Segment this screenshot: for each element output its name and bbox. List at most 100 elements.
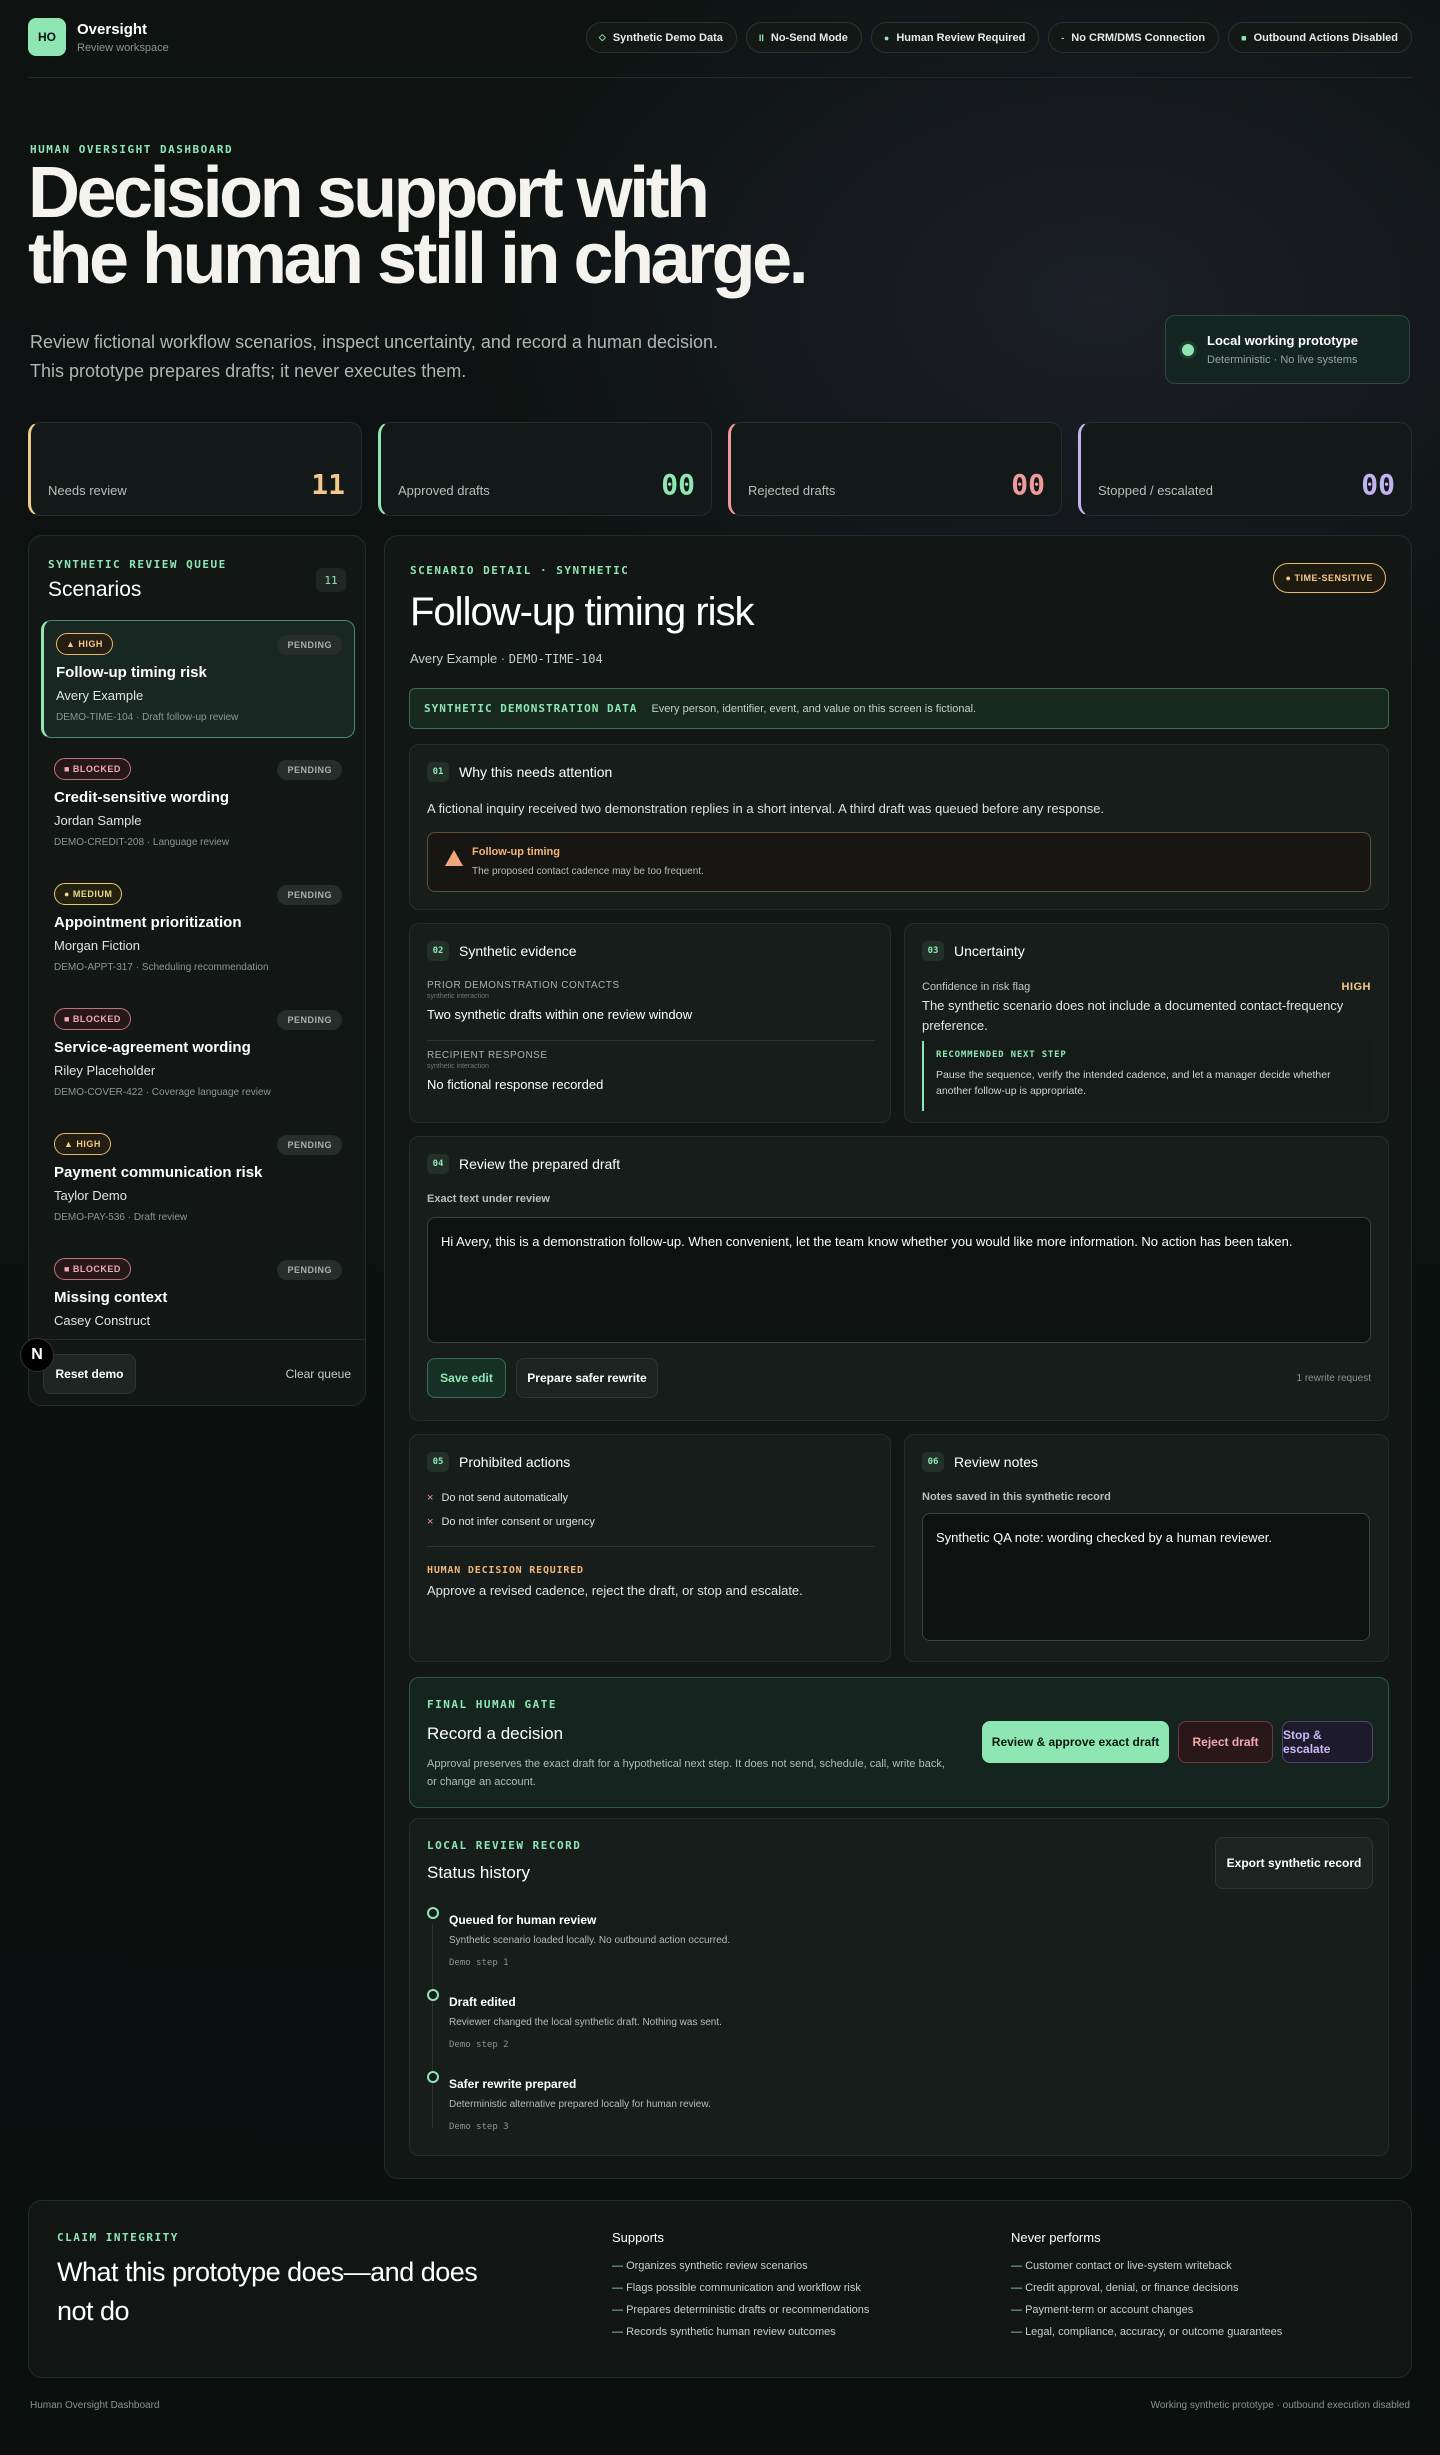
- square-icon: ■: [1241, 32, 1247, 43]
- app-logo: HO: [28, 18, 66, 56]
- priority-badge: ● MEDIUM: [54, 883, 123, 905]
- x-icon: ×: [427, 1492, 434, 1504]
- history-eyebrow: LOCAL REVIEW RECORD: [427, 1839, 582, 1852]
- section-body: A fictional inquiry received two demonst…: [427, 801, 1105, 816]
- status-dot-icon: [1182, 343, 1194, 356]
- timeline-dot-icon: [427, 2071, 439, 2083]
- section-number: 06: [922, 1452, 944, 1472]
- dash-icon: -: [1061, 32, 1065, 43]
- rewrite-count: 1 rewrite request: [1296, 1373, 1371, 1384]
- dot-icon: ●: [883, 32, 890, 43]
- synthetic-data-banner: SYNTHETIC DEMONSTRATION DATA Every perso…: [409, 688, 1389, 729]
- hero-subtitle: Review fictional workflow scenarios, ins…: [30, 332, 718, 381]
- scenario-person: Avery Example: [56, 688, 144, 703]
- n-logo-icon[interactable]: N: [20, 1338, 54, 1372]
- never-performs-column: Never performs Customer contact or live-…: [1011, 2230, 1391, 2348]
- status-badge: PENDING: [277, 1010, 342, 1030]
- section-review-notes: 06 Review notes Notes saved in this synth…: [904, 1434, 1389, 1662]
- decision-required-body: Approve a revised cadence, reject the dr…: [427, 1583, 803, 1598]
- scenario-person: Casey Construct: [54, 1313, 151, 1327]
- gate-body: Approval preserves the exact draft for a…: [427, 1758, 945, 1788]
- section-uncertainty: 03 Uncertainty Confidence in risk flag HI…: [904, 923, 1389, 1123]
- recommended-next-step: RECOMMENDED NEXT STEP Pause the sequence…: [922, 1041, 1372, 1111]
- review-queue-panel: SYNTHETIC REVIEW QUEUE Scenarios 11 ▲ HI…: [28, 535, 366, 1406]
- status-badge: PENDING: [277, 1135, 342, 1155]
- section-title: Uncertainty: [954, 943, 1025, 959]
- reject-draft-button[interactable]: Reject draft: [1178, 1721, 1273, 1763]
- never-item: Legal, compliance, accuracy, or outcome …: [1011, 2326, 1391, 2338]
- queue-title: Scenarios: [48, 578, 142, 601]
- supports-item: Flags possible communication and workflo…: [612, 2282, 992, 2294]
- clear-queue-button[interactable]: Clear queue: [286, 1367, 351, 1381]
- queue-item[interactable]: ▲ HIGH PENDING Payment communication ris…: [41, 1120, 355, 1238]
- scenario-name: Follow-up timing risk: [56, 664, 207, 681]
- scenario-meta: DEMO-APPT-317 · Scheduling recommendatio…: [54, 962, 269, 973]
- queue-item[interactable]: ● MEDIUM PENDING Appointment prioritizat…: [41, 870, 355, 988]
- queue-item[interactable]: ▲ HIGH PENDING Follow-up timing risk Ave…: [41, 620, 355, 738]
- pill-outbound-disabled: ■ Outbound Actions Disabled: [1228, 22, 1412, 53]
- section-title: Review notes: [954, 1454, 1039, 1470]
- scenario-meta: DEMO-CREDIT-208 · Language review: [54, 837, 230, 848]
- status-history-card: LOCAL REVIEW RECORD Status history Expor…: [409, 1818, 1389, 2156]
- scenario-person: Riley Placeholder: [54, 1063, 156, 1078]
- claim-title: What this prototype does—and does not do: [57, 2257, 478, 2326]
- claim-integrity-panel: CLAIM INTEGRITY What this prototype does…: [28, 2200, 1412, 2378]
- pill-human-review-required: ● Human Review Required: [870, 22, 1040, 53]
- confidence-value: HIGH: [1341, 981, 1371, 993]
- pause-icon: II: [758, 32, 764, 43]
- queue-item[interactable]: ■ BLOCKED PENDING Missing context Casey …: [41, 1245, 355, 1327]
- never-title: Never performs: [1011, 2230, 1101, 2245]
- section-title: Prohibited actions: [459, 1454, 571, 1470]
- app-subtitle: Review workspace: [77, 42, 169, 54]
- record-id: DEMO-TIME-104: [508, 652, 603, 666]
- approve-draft-button[interactable]: Review & approve exact draft: [982, 1721, 1169, 1763]
- stats-row: Needs review 11 Approved drafts 00 Rejec…: [28, 422, 1412, 516]
- stop-escalate-button[interactable]: Stop & escalate: [1282, 1721, 1373, 1763]
- section-number: 01: [427, 762, 449, 782]
- prepare-safer-rewrite-button[interactable]: Prepare safer rewrite: [516, 1358, 658, 1398]
- history-title: Status history: [427, 1863, 530, 1882]
- notes-textarea[interactable]: Synthetic QA note: wording checked by a …: [922, 1513, 1370, 1641]
- scenario-name: Service-agreement wording: [54, 1039, 251, 1056]
- confidence-label: Confidence in risk flag: [922, 981, 1031, 993]
- footer-right: Working synthetic prototype · outbound e…: [1150, 2400, 1410, 2411]
- status-badge: PENDING: [277, 1260, 342, 1280]
- diamond-icon: ◇: [598, 32, 606, 42]
- scenario-meta: DEMO-TIME-104 · Draft follow-up review: [56, 712, 239, 723]
- stat-approved-drafts: Approved drafts 00: [378, 422, 712, 516]
- export-record-button[interactable]: Export synthetic record: [1215, 1837, 1373, 1889]
- priority-badge: ■ BLOCKED: [54, 1008, 131, 1030]
- gate-title: Record a decision: [427, 1724, 564, 1743]
- save-edit-button[interactable]: Save edit: [427, 1358, 506, 1398]
- app-title: Oversight: [77, 21, 148, 38]
- timeline-dot-icon: [427, 1989, 439, 2001]
- section-number: 04: [427, 1154, 449, 1174]
- reset-demo-button[interactable]: Reset demo: [43, 1354, 136, 1394]
- claim-eyebrow: CLAIM INTEGRITY: [57, 2231, 179, 2244]
- scenario-person: Taylor Demo: [54, 1188, 127, 1203]
- draft-label: Exact text under review: [427, 1193, 550, 1205]
- prohibited-item: × Do not infer consent or urgency: [427, 1516, 595, 1528]
- priority-badge: ■ BLOCKED: [54, 758, 131, 780]
- queue-item[interactable]: ■ BLOCKED PENDING Credit-sensitive wordi…: [41, 745, 355, 863]
- scenario-title: Follow-up timing risk: [410, 590, 755, 634]
- evidence-prior-contacts: PRIOR DEMONSTRATION CONTACTS synthetic i…: [427, 980, 693, 1022]
- queue-list: ▲ HIGH PENDING Follow-up timing risk Ave…: [41, 620, 355, 1327]
- pill-no-send-mode: II No-Send Mode: [745, 22, 862, 53]
- supports-title: Supports: [612, 2230, 665, 2245]
- gate-eyebrow: FINAL HUMAN GATE: [427, 1698, 557, 1711]
- mode-pills: ◇ Synthetic Demo Data II No-Send Mode ● Hum…: [585, 22, 1412, 53]
- never-item: Credit approval, denial, or finance deci…: [1011, 2282, 1391, 2294]
- queue-footer: Reset demo Clear queue: [29, 1339, 365, 1405]
- scenario-name: Credit-sensitive wording: [54, 789, 230, 806]
- scenario-person-line: Avery Example · DEMO-TIME-104: [410, 651, 603, 666]
- evidence-recipient-response: RECIPIENT RESPONSE synthetic interaction…: [427, 1050, 604, 1092]
- stat-stopped-escalated: Stopped / escalated 00: [1078, 422, 1412, 516]
- uncertainty-body: The synthetic scenario does not include …: [922, 998, 1344, 1033]
- queue-count-badge: 11: [316, 568, 346, 592]
- status-badge: PENDING: [277, 635, 342, 655]
- scenario-meta: DEMO-PAY-536 · Draft review: [54, 1212, 188, 1223]
- draft-textarea[interactable]: Hi Avery, this is a demonstration follow…: [427, 1217, 1371, 1343]
- warning-icon: [445, 850, 463, 866]
- queue-item[interactable]: ■ BLOCKED PENDING Service-agreement word…: [41, 995, 355, 1113]
